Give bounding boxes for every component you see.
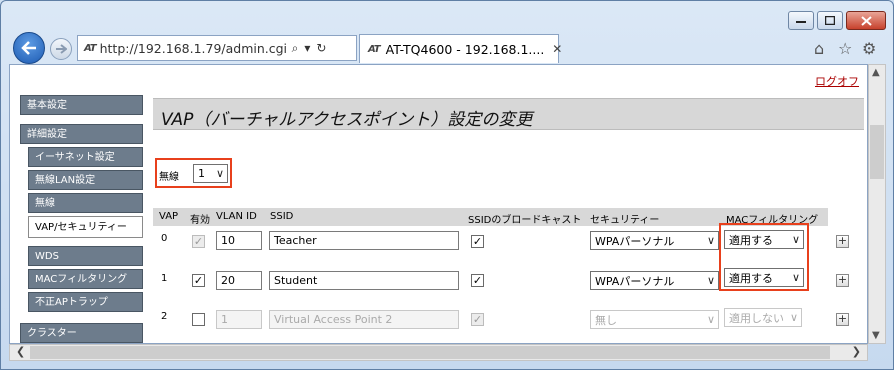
- sidebar-item-advanced-settings[interactable]: 詳細設定: [20, 124, 143, 144]
- scroll-left-icon[interactable]: ❮: [16, 345, 25, 358]
- close-window-button[interactable]: [846, 11, 886, 30]
- maximize-icon: [825, 16, 835, 25]
- close-icon: [860, 15, 872, 26]
- site-logo-icon: AT: [84, 42, 97, 54]
- row0-broadcast-checkbox[interactable]: ✓: [471, 235, 484, 248]
- check-icon: ✓: [193, 235, 204, 248]
- row2-enabled-checkbox[interactable]: [192, 313, 205, 326]
- row2-mac-select: 適用しない ∨: [724, 308, 802, 327]
- address-bar[interactable]: AT http://192.168.1.79/admin.cgi?act ⌕ ▾…: [77, 35, 357, 61]
- row1-broadcast-checkbox[interactable]: ✓: [471, 274, 484, 287]
- minimize-button[interactable]: [788, 11, 814, 30]
- col-header-enabled: 有効: [190, 215, 210, 226]
- horizontal-scroll-thumb[interactable]: [30, 346, 830, 359]
- tab-title: AT-TQ4600 - 192.168.1....: [385, 41, 545, 57]
- forward-button[interactable]: [50, 38, 72, 60]
- row0-enabled-checkbox: ✓: [192, 235, 205, 248]
- check-icon: ✓: [472, 235, 483, 248]
- col-header-security: セキュリティー: [590, 215, 660, 226]
- row2-vlan-input: 1: [216, 310, 262, 329]
- sidebar-item-wireless[interactable]: 無線: [28, 193, 143, 213]
- vertical-scrollbar[interactable]: ▲ ▼: [868, 64, 886, 344]
- row0-security-select[interactable]: WPAパーソナル ∨: [590, 231, 719, 250]
- row2-security-value: 無し: [595, 313, 617, 327]
- home-icon[interactable]: ⌂: [814, 39, 824, 58]
- sidebar-item-wireless-lan[interactable]: 無線LAN設定: [28, 170, 143, 190]
- tab-favicon-icon: AT: [368, 43, 381, 55]
- horizontal-scrollbar[interactable]: ❮ ❯: [9, 344, 868, 361]
- row1-ssid-input[interactable]: Student: [269, 271, 459, 290]
- row2-mac-value: 適用しない: [729, 311, 784, 325]
- tab-active[interactable]: AT AT-TQ4600 - 192.168.1.... ✕: [359, 34, 562, 63]
- row1-vlan-input[interactable]: 20: [216, 271, 262, 290]
- row2-add-button[interactable]: +: [836, 313, 849, 326]
- row2-broadcast-checkbox: ✓: [471, 313, 484, 326]
- refresh-icon[interactable]: ↻: [316, 41, 326, 55]
- row0-add-button[interactable]: +: [836, 235, 849, 248]
- row0-vap: 0: [161, 233, 168, 244]
- sidebar-item-wds[interactable]: WDS: [28, 246, 143, 266]
- row1-security-select[interactable]: WPAパーソナル ∨: [590, 271, 719, 290]
- vertical-scroll-thumb[interactable]: [870, 125, 884, 179]
- sidebar-item-mac-filtering[interactable]: MACフィルタリング: [28, 269, 143, 289]
- sidebar-item-cluster[interactable]: クラスター: [20, 323, 143, 343]
- row0-security-value: WPAパーソナル: [595, 234, 675, 248]
- chevron-down-icon: ∨: [706, 234, 715, 247]
- page-title: VAP（バーチャルアクセスポイント）設定の変更: [161, 110, 533, 130]
- chevron-down-icon: ∨: [789, 311, 798, 324]
- row1-security-value: WPAパーソナル: [595, 274, 675, 288]
- scroll-right-icon[interactable]: ❯: [852, 345, 861, 358]
- check-icon: ✓: [472, 274, 483, 287]
- row1-vap: 1: [161, 273, 168, 284]
- page-title-bar: VAP（バーチャルアクセスポイント）設定の変更: [153, 98, 864, 130]
- back-button[interactable]: [13, 32, 45, 64]
- row1-enabled-checkbox[interactable]: ✓: [192, 274, 205, 287]
- minimize-icon: [796, 20, 806, 23]
- highlight-box-mac: [719, 223, 809, 291]
- page-content: ログオフ 基本設定 詳細設定 イーサネット設定 無線LAN設定 無線 VAP/セ…: [9, 64, 868, 344]
- sidebar-item-ethernet[interactable]: イーサネット設定: [28, 147, 143, 167]
- browser-window: AT http://192.168.1.79/admin.cgi?act ⌕ ▾…: [0, 0, 894, 370]
- tab-close-icon[interactable]: ✕: [552, 42, 562, 56]
- col-header-broadcast: SSIDのブロードキャスト: [468, 215, 582, 226]
- row0-ssid-input[interactable]: Teacher: [269, 231, 459, 250]
- row2-ssid-input: Virtual Access Point 2: [269, 310, 459, 329]
- chevron-down-icon: ∨: [706, 313, 715, 326]
- highlight-box-radio: [155, 158, 232, 188]
- check-icon: ✓: [193, 274, 204, 287]
- row2-vap: 2: [161, 311, 168, 322]
- logout-link[interactable]: ログオフ: [815, 73, 859, 89]
- col-header-vap: VAP: [159, 211, 179, 222]
- forward-arrow-icon: [56, 44, 67, 54]
- row1-add-button[interactable]: +: [836, 274, 849, 287]
- dropdown-icon[interactable]: ▾: [304, 41, 310, 55]
- scroll-up-icon[interactable]: ▲: [872, 67, 880, 78]
- address-url[interactable]: http://192.168.1.79/admin.cgi?act: [100, 41, 286, 56]
- gear-icon[interactable]: ⚙: [862, 39, 876, 58]
- scroll-down-icon[interactable]: ▼: [872, 330, 880, 341]
- sidebar-item-basic-settings[interactable]: 基本設定: [20, 95, 143, 115]
- sidebar-item-vap-security[interactable]: VAP/セキュリティー: [28, 216, 143, 238]
- col-header-ssid: SSID: [270, 211, 294, 222]
- check-icon: ✓: [472, 313, 483, 326]
- maximize-button[interactable]: [817, 11, 843, 30]
- row0-vlan-input[interactable]: 10: [216, 231, 262, 250]
- chevron-down-icon: ∨: [706, 274, 715, 287]
- search-icon[interactable]: ⌕: [292, 41, 299, 56]
- back-arrow-icon: [21, 41, 36, 55]
- favorites-star-icon[interactable]: ☆: [838, 39, 852, 58]
- col-header-vlan: VLAN ID: [216, 211, 257, 222]
- sidebar-item-rogue-ap[interactable]: 不正APトラップ: [28, 292, 143, 312]
- row2-security-select: 無し ∨: [590, 310, 719, 329]
